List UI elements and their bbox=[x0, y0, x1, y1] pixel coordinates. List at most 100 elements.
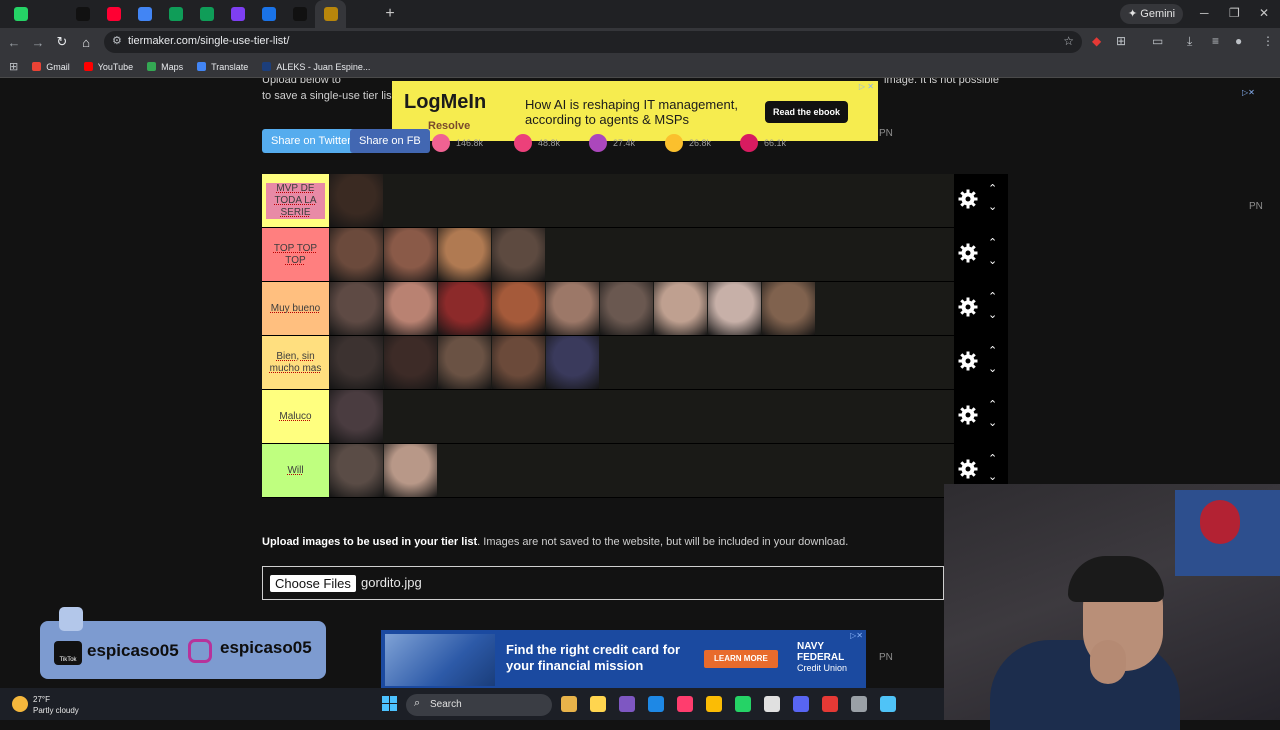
move-down-chevron-icon[interactable]: ⌄ bbox=[988, 256, 997, 267]
adchoices-icon-right[interactable]: ▷✕ bbox=[1242, 88, 1255, 97]
taskbar-app-icon[interactable] bbox=[880, 696, 896, 712]
new-tab-icon[interactable]: + bbox=[377, 5, 403, 23]
reaction-button[interactable]: 27.4k bbox=[589, 132, 635, 154]
browser-tab[interactable] bbox=[5, 0, 36, 28]
reading-list-icon[interactable]: ≡ bbox=[1212, 34, 1219, 48]
character-thumbnail[interactable] bbox=[600, 282, 653, 335]
move-down-chevron-icon[interactable]: ⌄ bbox=[988, 472, 997, 483]
character-thumbnail[interactable] bbox=[492, 336, 545, 389]
move-down-chevron-icon[interactable]: ⌄ bbox=[988, 202, 997, 213]
gear-icon[interactable] bbox=[958, 405, 978, 425]
character-thumbnail[interactable] bbox=[384, 282, 437, 335]
move-down-chevron-icon[interactable]: ⌄ bbox=[988, 364, 997, 375]
gear-icon[interactable] bbox=[958, 297, 978, 317]
character-thumbnail[interactable] bbox=[654, 282, 707, 335]
move-up-chevron-icon[interactable]: ⌃ bbox=[988, 292, 997, 303]
gear-icon[interactable] bbox=[958, 243, 978, 263]
adchoices-icon-bottom[interactable]: ▷✕ bbox=[850, 631, 863, 640]
browser-tab[interactable] bbox=[222, 0, 253, 28]
tier-label[interactable]: Bien, sin mucho mas bbox=[262, 336, 329, 389]
move-up-chevron-icon[interactable]: ⌃ bbox=[988, 238, 997, 249]
character-thumbnail[interactable] bbox=[330, 444, 383, 497]
download-icon[interactable]: ⤓ bbox=[1187, 34, 1192, 49]
taskbar-app-icon[interactable] bbox=[648, 696, 664, 712]
tier-label[interactable]: MVP DE TODA LA SERIE bbox=[262, 174, 329, 227]
bookmark-item[interactable]: Translate bbox=[197, 62, 248, 72]
share-twitter-button[interactable]: Share on Twitter bbox=[262, 129, 360, 153]
windows-start-icon[interactable] bbox=[382, 696, 398, 712]
gear-icon[interactable] bbox=[958, 459, 978, 479]
taskbar-app-icon[interactable] bbox=[735, 696, 751, 712]
bookmark-item[interactable]: YouTube bbox=[83, 62, 133, 72]
choose-files-button[interactable]: Choose Files bbox=[270, 575, 356, 592]
character-thumbnail[interactable] bbox=[762, 282, 815, 335]
reload-icon[interactable]: ↻ bbox=[50, 34, 74, 50]
character-thumbnail[interactable] bbox=[330, 282, 383, 335]
browser-tab[interactable] bbox=[191, 0, 222, 28]
taskbar-app-icon[interactable] bbox=[590, 696, 606, 712]
extension-red-icon[interactable]: ◆ bbox=[1092, 34, 1101, 48]
reaction-button[interactable]: 48.8k bbox=[514, 132, 560, 154]
character-thumbnail[interactable] bbox=[438, 336, 491, 389]
tier-label[interactable]: Muy bueno bbox=[262, 282, 329, 335]
browser-tab[interactable] bbox=[253, 0, 284, 28]
move-up-chevron-icon[interactable]: ⌃ bbox=[988, 184, 997, 195]
browser-tab[interactable] bbox=[315, 0, 346, 28]
bookmark-item[interactable]: ALEKS - Juan Espine... bbox=[262, 62, 370, 72]
character-thumbnail[interactable] bbox=[330, 390, 383, 443]
move-up-chevron-icon[interactable]: ⌃ bbox=[988, 346, 997, 357]
move-down-chevron-icon[interactable]: ⌄ bbox=[988, 310, 997, 321]
character-thumbnail[interactable] bbox=[492, 282, 545, 335]
character-thumbnail[interactable] bbox=[438, 282, 491, 335]
character-thumbnail[interactable] bbox=[384, 336, 437, 389]
home-icon[interactable]: ⌂ bbox=[74, 35, 98, 50]
forward-icon[interactable]: → bbox=[26, 35, 50, 50]
character-thumbnail[interactable] bbox=[330, 174, 383, 227]
browser-tab[interactable] bbox=[67, 0, 98, 28]
back-icon[interactable]: ← bbox=[2, 35, 26, 50]
character-thumbnail[interactable] bbox=[438, 228, 491, 281]
move-up-chevron-icon[interactable]: ⌃ bbox=[988, 454, 997, 465]
move-down-chevron-icon[interactable]: ⌄ bbox=[988, 418, 997, 429]
reaction-button[interactable]: 146.8k bbox=[432, 132, 483, 154]
minimize-icon[interactable]: ─ bbox=[1200, 6, 1209, 20]
taskbar-app-icon[interactable] bbox=[822, 696, 838, 712]
gemini-button[interactable]: ✦ Gemini bbox=[1120, 4, 1184, 24]
tier-label[interactable]: TOP TOP TOP bbox=[262, 228, 329, 281]
taskbar-app-icon[interactable] bbox=[851, 696, 867, 712]
bookmark-star-icon[interactable]: ☆ bbox=[1063, 34, 1074, 48]
move-up-chevron-icon[interactable]: ⌃ bbox=[988, 400, 997, 411]
profile-avatar[interactable]: ● bbox=[1235, 34, 1242, 48]
character-thumbnail[interactable] bbox=[384, 444, 437, 497]
taskbar-app-icon[interactable] bbox=[677, 696, 693, 712]
apps-grid-icon[interactable]: ⊞ bbox=[9, 60, 18, 73]
tier-label[interactable]: Will bbox=[262, 444, 329, 497]
character-thumbnail[interactable] bbox=[546, 336, 599, 389]
bookmark-item[interactable]: Maps bbox=[147, 62, 183, 72]
adchoices-icon[interactable]: ▷ ✕ bbox=[859, 82, 874, 91]
taskbar-app-icon[interactable] bbox=[764, 696, 780, 712]
bookmark-item[interactable]: Gmail bbox=[32, 62, 70, 72]
reaction-button[interactable]: 26.8k bbox=[665, 132, 711, 154]
taskbar-app-icon[interactable] bbox=[619, 696, 635, 712]
browser-tab[interactable] bbox=[284, 0, 315, 28]
browser-tab[interactable] bbox=[346, 0, 377, 28]
site-info-icon[interactable]: ⚙ bbox=[112, 34, 122, 47]
extensions-icon[interactable]: ⊞ bbox=[1116, 34, 1126, 48]
browser-tab[interactable] bbox=[129, 0, 160, 28]
address-bar[interactable]: ⚙ tiermaker.com/single-use-tier-list/ ☆ bbox=[104, 31, 1082, 53]
taskbar-app-icon[interactable] bbox=[561, 696, 577, 712]
reaction-button[interactable]: 66.1k bbox=[740, 132, 786, 154]
browser-tab[interactable] bbox=[36, 0, 67, 28]
browser-tab[interactable] bbox=[98, 0, 129, 28]
gear-icon[interactable] bbox=[958, 351, 978, 371]
character-thumbnail[interactable] bbox=[708, 282, 761, 335]
gear-icon[interactable] bbox=[958, 189, 978, 209]
learn-more-button[interactable]: LEARN MORE bbox=[704, 650, 778, 668]
tab-search-icon[interactable]: ▭ bbox=[1152, 34, 1163, 48]
taskbar-app-icon[interactable] bbox=[706, 696, 722, 712]
taskbar-app-icon[interactable] bbox=[793, 696, 809, 712]
share-facebook-button[interactable]: Share on FB bbox=[350, 129, 430, 153]
ad-cta-button[interactable]: Read the ebook bbox=[765, 101, 849, 123]
character-thumbnail[interactable] bbox=[330, 336, 383, 389]
